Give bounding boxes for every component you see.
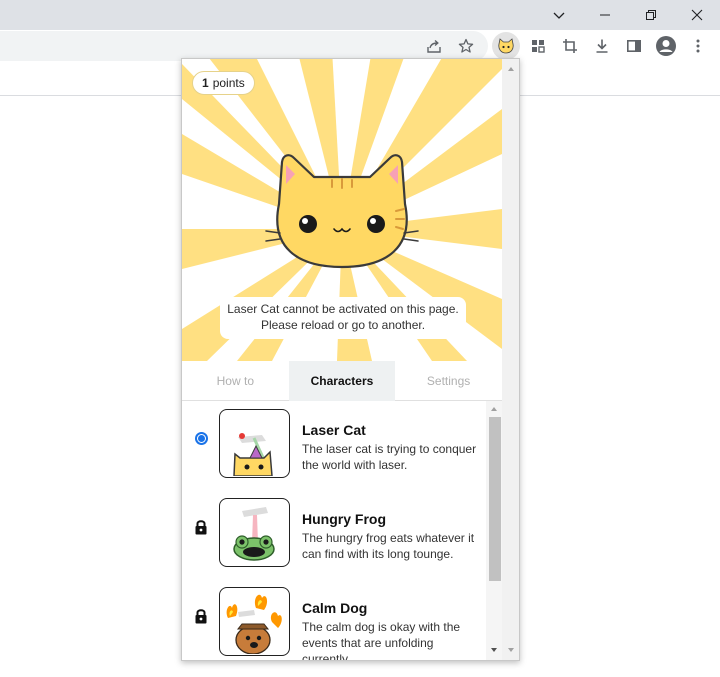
laser-cat-icon xyxy=(233,433,273,477)
character-name: Laser Cat xyxy=(302,422,366,438)
character-list: Laser Cat The laser cat is trying to con… xyxy=(182,401,502,660)
minimize-button[interactable] xyxy=(582,0,628,30)
scroll-up-arrow-icon[interactable] xyxy=(486,403,502,415)
hero-banner: 1 points Laser Cat cannot be activated o… xyxy=(182,59,502,361)
character-lock xyxy=(194,520,208,535)
extensions-button[interactable] xyxy=(524,32,552,60)
tab-settings[interactable]: Settings xyxy=(395,361,502,401)
list-item[interactable]: Calm Dog The calm dog is okay with the e… xyxy=(182,579,486,660)
lock-icon xyxy=(195,520,207,535)
activation-notice: Laser Cat cannot be activated on this pa… xyxy=(220,297,466,339)
star-icon xyxy=(458,38,474,53)
laser-cat-thumbnail xyxy=(219,409,290,478)
scroll-down-arrow-icon[interactable] xyxy=(502,644,520,656)
character-description: The hungry frog eats whatever it can fin… xyxy=(302,531,475,561)
character-name: Hungry Frog xyxy=(302,511,386,527)
character-description: The calm dog is okay with the events tha… xyxy=(302,620,461,660)
minimize-icon xyxy=(600,14,610,16)
character-name: Calm Dog xyxy=(302,600,368,616)
more-vert-icon xyxy=(696,39,700,53)
side-panel-button[interactable] xyxy=(620,32,648,60)
browser-titlebar xyxy=(0,0,720,30)
extensions-icon xyxy=(532,40,545,53)
bookmark-button[interactable] xyxy=(452,32,480,60)
character-list-scroll-thumb[interactable] xyxy=(489,417,501,581)
notice-line-2: Please reload or go to another. xyxy=(260,318,426,332)
scroll-up-arrow-icon[interactable] xyxy=(502,63,520,75)
more-menu-button[interactable] xyxy=(684,32,712,60)
hungry-frog-icon xyxy=(233,507,275,561)
character-lock xyxy=(194,609,208,624)
crop-button[interactable] xyxy=(556,32,584,60)
popup-tabs: How to Characters Settings xyxy=(182,361,502,401)
lock-icon xyxy=(195,609,207,624)
notice-line-1: Laser Cat cannot be activated on this pa… xyxy=(227,302,459,316)
tab-how-to[interactable]: How to xyxy=(182,361,289,401)
download-icon xyxy=(596,39,608,53)
share-icon xyxy=(427,39,441,53)
profile-button[interactable] xyxy=(652,32,680,60)
close-window-button[interactable] xyxy=(674,0,720,30)
popup-scrollbar[interactable] xyxy=(502,59,520,660)
restore-icon xyxy=(646,10,656,20)
share-button[interactable] xyxy=(420,32,448,60)
tab-search-button[interactable] xyxy=(536,0,582,30)
hungry-frog-thumbnail xyxy=(219,498,290,567)
points-badge: 1 points xyxy=(192,71,255,95)
laser-cat-extension-button[interactable] xyxy=(492,32,520,60)
chevron-down-icon xyxy=(553,12,565,19)
profile-icon xyxy=(656,36,676,56)
points-count: 1 xyxy=(202,76,209,90)
laser-cat-extension-icon xyxy=(498,38,514,54)
radio-selected[interactable] xyxy=(194,431,208,445)
character-list-scrollbar[interactable] xyxy=(486,401,502,660)
tab-characters[interactable]: Characters xyxy=(288,361,396,401)
address-bar[interactable] xyxy=(0,31,488,61)
calm-dog-icon xyxy=(226,594,282,655)
points-label: points xyxy=(212,76,245,90)
list-item[interactable]: Hungry Frog The hungry frog eats whateve… xyxy=(182,490,486,579)
character-description: The laser cat is trying to conquer the w… xyxy=(302,442,477,472)
scroll-down-arrow-icon[interactable] xyxy=(486,644,502,656)
close-icon xyxy=(691,9,703,21)
side-panel-icon xyxy=(626,39,641,52)
calm-dog-thumbnail xyxy=(219,587,290,656)
laser-cat-popup: 1 points Laser Cat cannot be activated o… xyxy=(181,58,520,661)
restore-button[interactable] xyxy=(628,0,674,30)
crop-icon xyxy=(563,39,577,53)
downloads-button[interactable] xyxy=(588,32,616,60)
list-item[interactable]: Laser Cat The laser cat is trying to con… xyxy=(182,401,486,490)
character-select[interactable] xyxy=(194,431,208,445)
